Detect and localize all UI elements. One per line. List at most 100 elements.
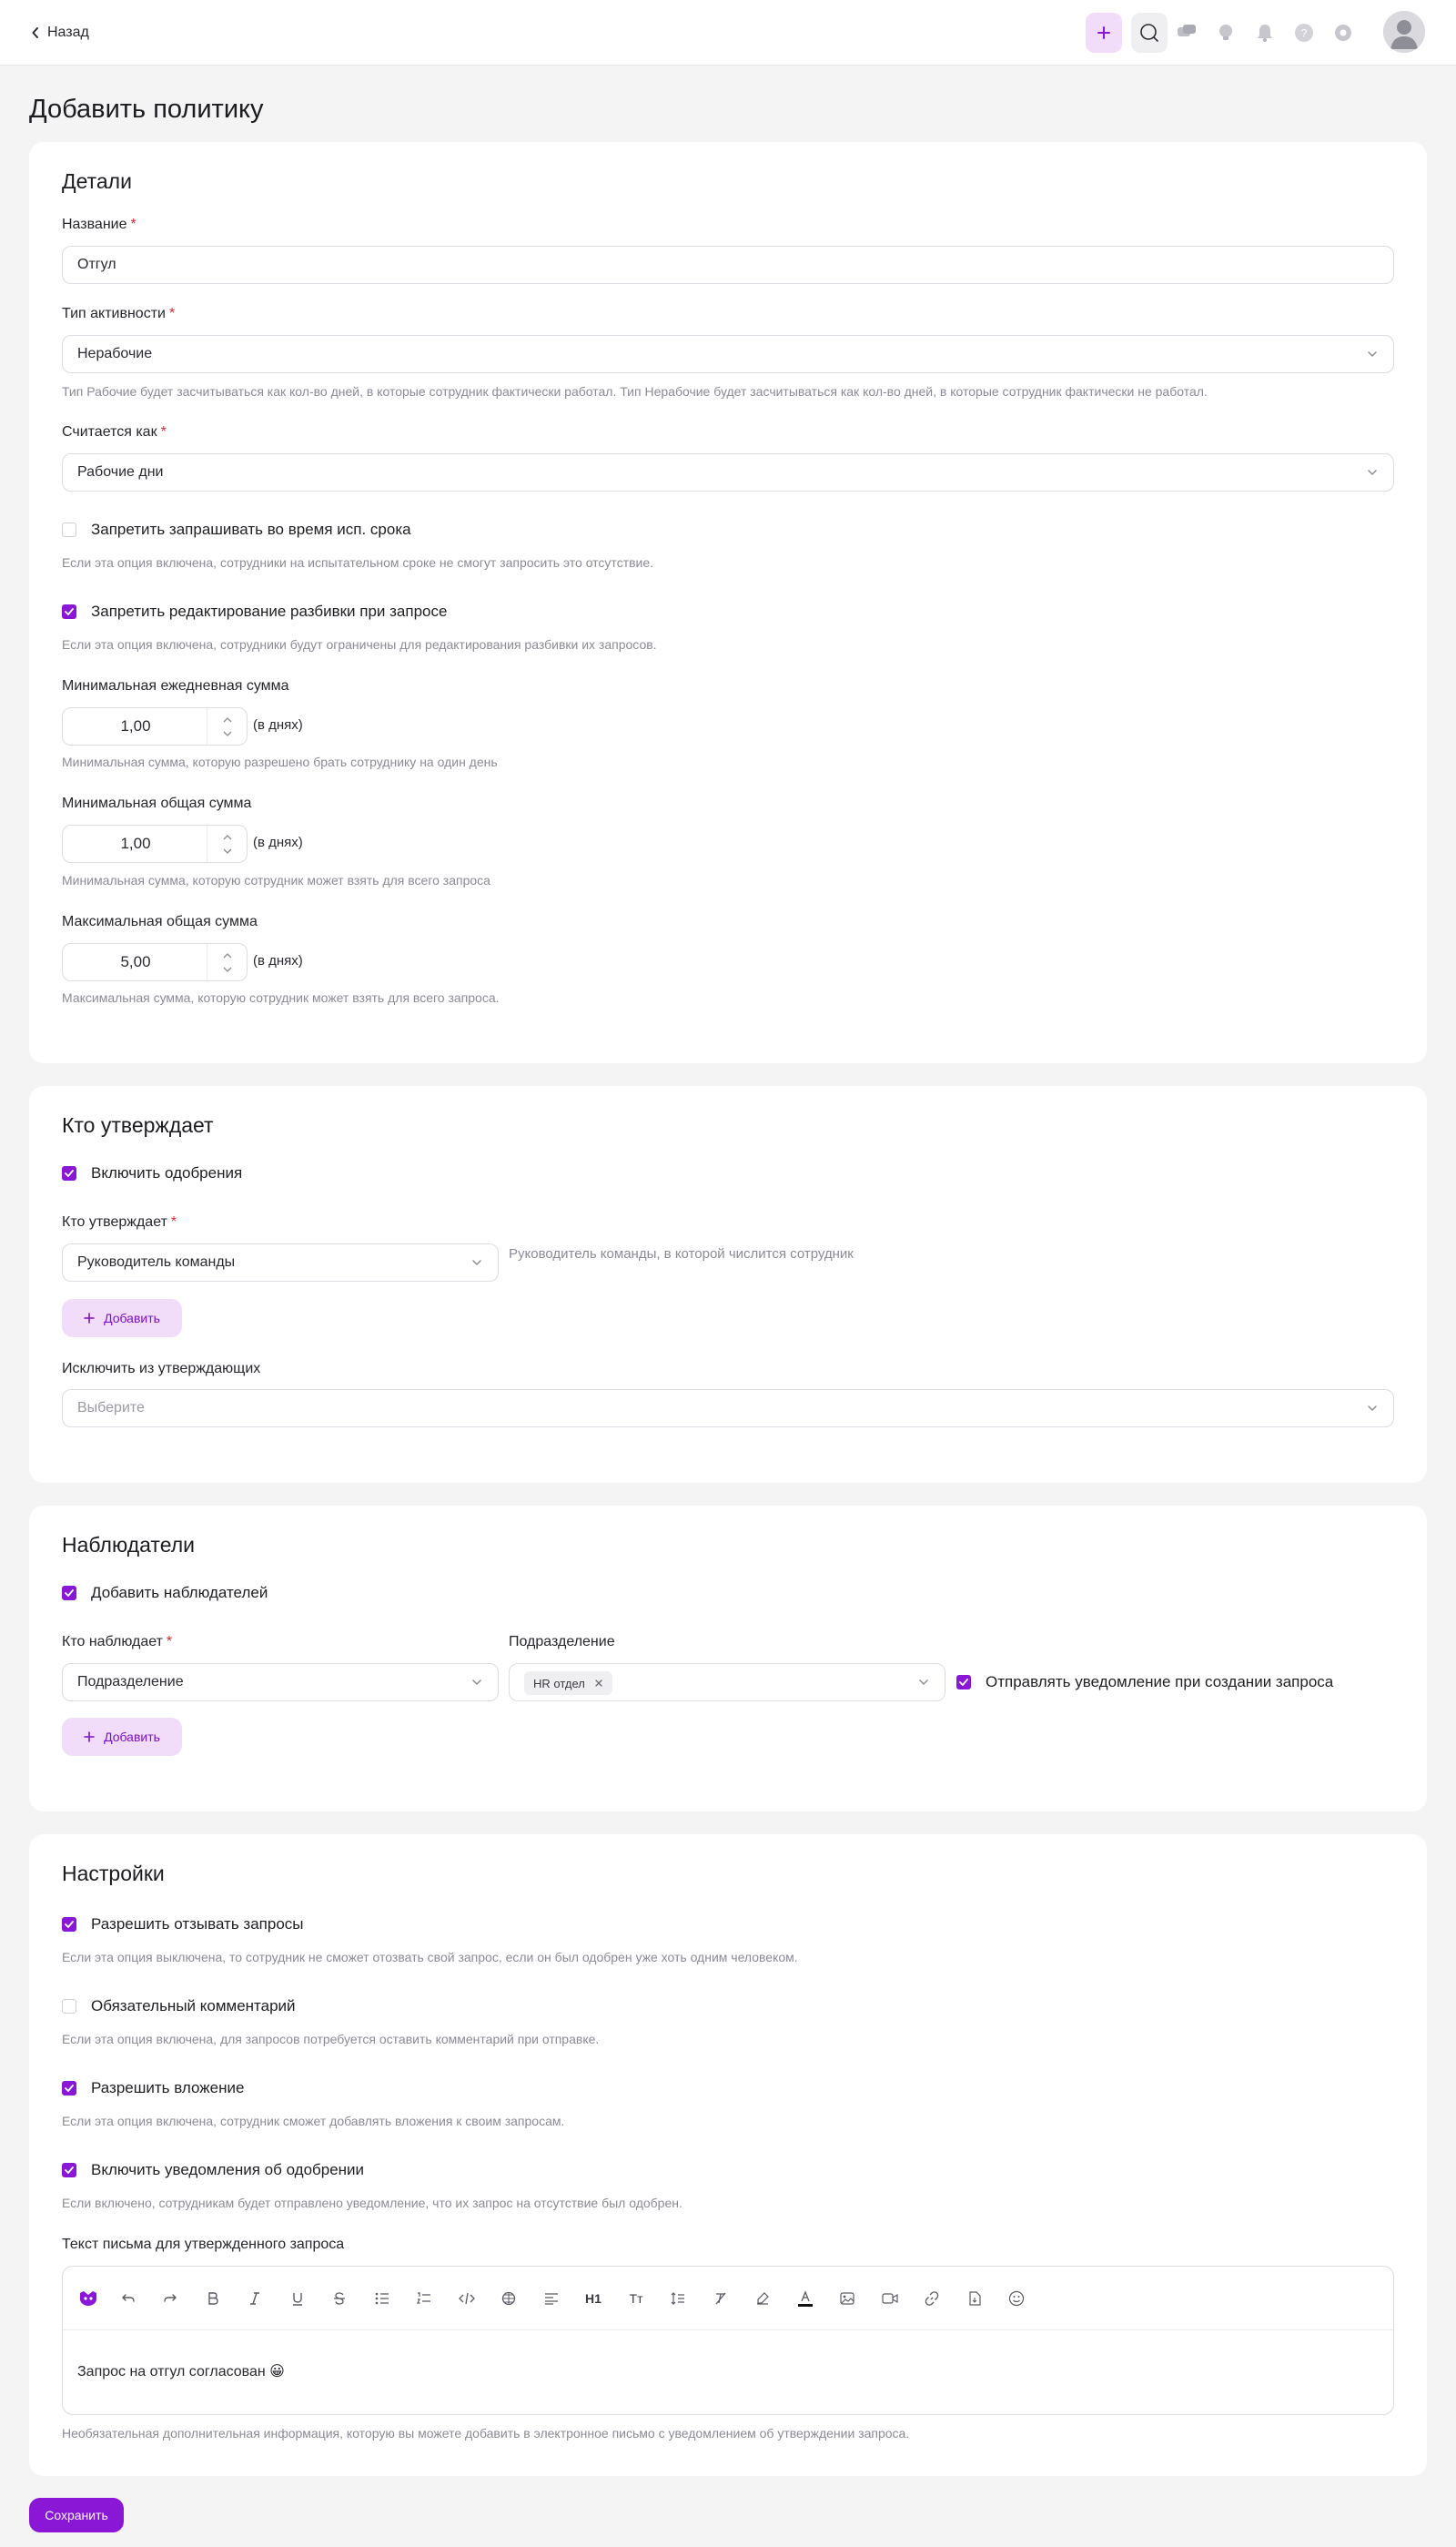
- increment-button[interactable]: [222, 951, 233, 960]
- numbered-list-icon[interactable]: [413, 2288, 435, 2309]
- file-icon[interactable]: [964, 2288, 986, 2309]
- add-observer-label: Добавить: [104, 1730, 160, 1744]
- split-hint: Если эта опция включена, сотрудники буду…: [62, 637, 657, 652]
- page-title: Добавить политику: [29, 95, 264, 124]
- stepper-controls[interactable]: [207, 826, 247, 862]
- editor-toolbar: H1 Tт: [63, 2267, 1393, 2330]
- add-observers-checkbox[interactable]: [62, 1586, 76, 1600]
- activity-type-select[interactable]: Нерабочие: [62, 335, 1394, 373]
- attach-checkbox[interactable]: [62, 2081, 76, 2095]
- approval-notifications-hint: Если включено, сотрудникам будет отправл…: [62, 2196, 682, 2210]
- increment-button[interactable]: [222, 715, 233, 725]
- help-button[interactable]: ?: [1286, 13, 1322, 53]
- link-icon[interactable]: [921, 2288, 943, 2309]
- search-button[interactable]: [1131, 13, 1168, 53]
- top-bar: Назад ?: [0, 0, 1456, 66]
- comment-row[interactable]: Обязательный комментарий: [62, 1996, 296, 2016]
- heading-icon[interactable]: H1: [582, 2288, 604, 2309]
- undo-icon[interactable]: [117, 2288, 139, 2309]
- chat-icon: [1178, 25, 1196, 36]
- department-tag[interactable]: HR отдел: [524, 1671, 612, 1695]
- enable-approvals-checkbox[interactable]: [62, 1166, 76, 1181]
- text-size-icon[interactable]: Tт: [625, 2288, 647, 2309]
- required-marker: *: [168, 306, 176, 321]
- bullet-list-icon[interactable]: [371, 2288, 393, 2309]
- video-icon[interactable]: [879, 2288, 901, 2309]
- check-icon: [65, 1921, 74, 1928]
- top-bar-actions: ?: [1083, 11, 1429, 53]
- probation-checkbox[interactable]: [62, 523, 76, 537]
- department-select[interactable]: HR отдел: [509, 1663, 945, 1701]
- counted-as-select[interactable]: Рабочие дни: [62, 453, 1394, 492]
- strikethrough-icon[interactable]: [329, 2288, 350, 2309]
- avatar[interactable]: [1383, 11, 1425, 53]
- observer-select[interactable]: Подразделение: [62, 1663, 499, 1701]
- max-total-stepper[interactable]: 5,00: [62, 943, 248, 981]
- approval-notifications-row[interactable]: Включить уведомления об одобрении: [62, 2160, 364, 2180]
- underline-icon[interactable]: [287, 2288, 308, 2309]
- bold-icon[interactable]: [202, 2288, 224, 2309]
- split-checkbox[interactable]: [62, 604, 76, 619]
- stepper-controls[interactable]: [207, 708, 247, 745]
- notifications-button[interactable]: [1247, 13, 1283, 53]
- attach-label: Разрешить вложение: [91, 2079, 245, 2096]
- clear-format-icon[interactable]: [710, 2288, 732, 2309]
- save-button[interactable]: Сохранить: [29, 2498, 124, 2532]
- approval-notifications-checkbox[interactable]: [62, 2163, 76, 2177]
- rich-text-editor[interactable]: H1 Tт Запрос на отгул согласован 😀: [62, 2266, 1394, 2415]
- brand-icon[interactable]: [77, 2288, 99, 2309]
- plus-icon: [1097, 26, 1110, 39]
- split-checkbox-row[interactable]: Запретить редактирование разбивки при за…: [62, 602, 447, 622]
- align-left-icon[interactable]: [541, 2288, 562, 2309]
- counted-as-label: Считается как *: [62, 424, 167, 440]
- back-link[interactable]: Назад: [31, 22, 89, 44]
- svg-text:?: ?: [1301, 27, 1308, 40]
- italic-icon[interactable]: [244, 2288, 266, 2309]
- add-observers-row[interactable]: Добавить наблюдателей: [62, 1583, 268, 1603]
- add-observer-button[interactable]: Добавить: [62, 1718, 182, 1756]
- exclude-select[interactable]: Выберите: [62, 1389, 1394, 1427]
- ideas-button[interactable]: [1208, 13, 1244, 53]
- create-button[interactable]: [1086, 13, 1122, 53]
- notify-on-create-checkbox-row[interactable]: Отправлять уведомление при создании запр…: [956, 1672, 1333, 1692]
- editor-content[interactable]: Запрос на отгул согласован 😀: [77, 2362, 285, 2380]
- redo-icon[interactable]: [159, 2288, 181, 2309]
- chevron-down-icon: [1368, 470, 1377, 476]
- min-total-stepper[interactable]: 1,00: [62, 825, 248, 863]
- table-icon[interactable]: [498, 2288, 520, 2309]
- code-icon[interactable]: [456, 2288, 478, 2309]
- revoke-row[interactable]: Разрешить отзывать запросы: [62, 1914, 304, 1934]
- probation-checkbox-row[interactable]: Запретить запрашивать во время исп. срок…: [62, 520, 411, 540]
- text-color-icon[interactable]: [794, 2288, 816, 2309]
- line-height-icon[interactable]: [667, 2288, 689, 2309]
- department-tag-label: HR отдел: [533, 1676, 585, 1690]
- enable-approvals-row[interactable]: Включить одобрения: [62, 1163, 242, 1183]
- emoji-icon[interactable]: [1006, 2288, 1027, 2309]
- approver-label: Кто утверждает *: [62, 1214, 177, 1230]
- check-icon: [959, 1679, 968, 1686]
- activity-type-value: Нерабочие: [77, 346, 153, 361]
- stepper-controls[interactable]: [207, 944, 247, 980]
- chat-button[interactable]: [1168, 13, 1205, 53]
- increment-button[interactable]: [222, 833, 233, 842]
- exclude-placeholder: Выберите: [77, 1400, 145, 1416]
- decrement-button[interactable]: [222, 965, 233, 974]
- approver-select[interactable]: Руководитель команды: [62, 1243, 499, 1282]
- highlight-icon[interactable]: [752, 2288, 774, 2309]
- add-approver-button[interactable]: Добавить: [62, 1299, 182, 1337]
- decrement-button[interactable]: [222, 729, 233, 738]
- min-daily-stepper[interactable]: 1,00: [62, 707, 248, 746]
- image-icon[interactable]: [836, 2288, 858, 2309]
- check-icon: [65, 2166, 74, 2174]
- gear-icon: [1335, 25, 1351, 41]
- notify-on-create-checkbox[interactable]: [956, 1675, 971, 1690]
- revoke-hint: Если эта опция выключена, то сотрудник н…: [62, 1950, 798, 1964]
- email-text-hint: Необязательная дополнительная информация…: [62, 2426, 910, 2440]
- revoke-checkbox[interactable]: [62, 1917, 76, 1932]
- name-input[interactable]: Отгул: [62, 246, 1394, 284]
- decrement-button[interactable]: [222, 847, 233, 856]
- attach-row[interactable]: Разрешить вложение: [62, 2078, 244, 2098]
- settings-button[interactable]: [1325, 13, 1361, 53]
- comment-checkbox[interactable]: [62, 1999, 76, 2014]
- close-icon[interactable]: [594, 1679, 603, 1688]
